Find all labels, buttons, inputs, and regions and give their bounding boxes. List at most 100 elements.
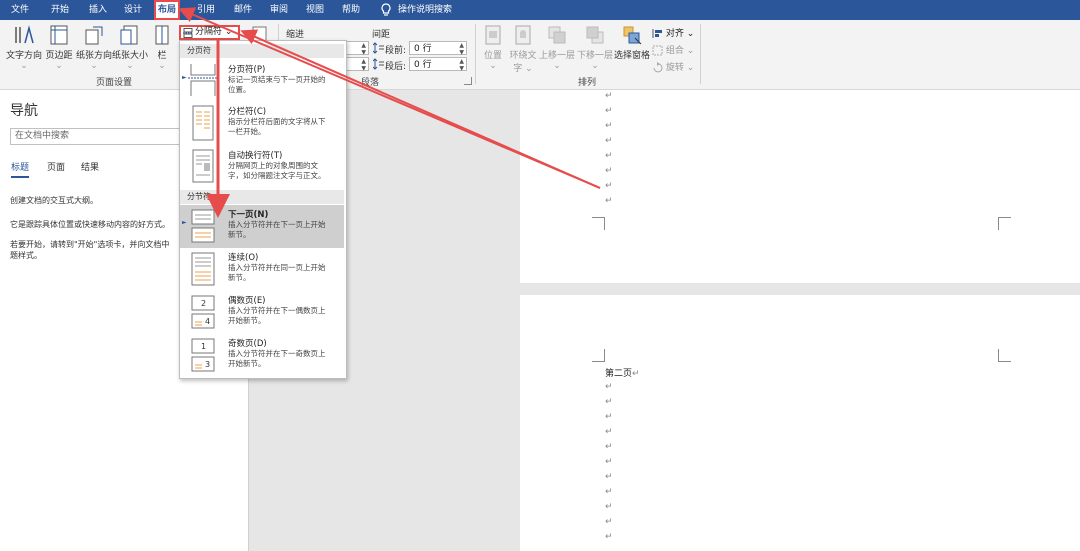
text-wrapping-break-desc-2: 字，如分隔题注文字与正文。 <box>228 171 326 180</box>
margins-button[interactable]: 页边距 ⌄ <box>44 24 74 71</box>
odd-page-icon: 1 3 <box>191 338 215 372</box>
nav-tab-results[interactable]: 结果 <box>81 160 99 173</box>
even-page-icon: 2 4 <box>191 295 215 329</box>
next-page-desc-2: 新节。 <box>228 230 251 239</box>
odd-page-glyph: 1 <box>201 342 206 351</box>
space-after-icon <box>373 58 384 70</box>
send-backward-button[interactable]: 下移一层 ⌄ <box>576 24 614 71</box>
align-button[interactable]: 对齐 ⌄ <box>652 26 694 39</box>
paragraph-mark: ↵ <box>605 412 613 422</box>
breaks-button[interactable]: 分隔符 ⌄ <box>179 25 240 40</box>
page-break-desc: 标记一页结束与下一页开始的 位置。 <box>228 75 341 95</box>
paragraph-mark: ↵ <box>605 457 613 467</box>
text-direction-button[interactable]: 文字方向 ⌄ <box>6 24 42 71</box>
before-spinner[interactable]: 0 行 ▲ ▼ <box>409 41 467 56</box>
chevron-down-icon: ⌄ <box>55 61 63 71</box>
lightbulb-icon <box>381 3 391 16</box>
orientation-label: 纸张方向 <box>76 51 113 61</box>
menu-item-column-break[interactable]: 分栏符(C) 指示分栏符后面的文字将从下 一栏开始。 <box>180 102 344 146</box>
menu-item-page-break[interactable]: ► 分页符(P) 标记一页结束与下一页开始的 位置。 <box>180 60 344 102</box>
column-break-icon <box>192 105 214 141</box>
wrap-text-button[interactable]: 环绕文 字 ⌄ <box>508 24 538 74</box>
caret-right-icon: ► <box>182 219 187 226</box>
orientation-button[interactable]: 纸张方向 ⌄ <box>76 24 112 71</box>
margin-corner-mark <box>592 349 605 362</box>
columns-icon <box>155 25 169 45</box>
page2-heading: 第二页↵ <box>605 366 640 379</box>
odd-page-desc-2: 开始新节。 <box>228 359 266 368</box>
page2-text: 第二页 <box>605 369 633 379</box>
tab-review[interactable]: 审阅 <box>270 0 288 20</box>
before-label: 段前: <box>385 46 407 56</box>
position-button[interactable]: 位置 ⌄ <box>480 24 506 71</box>
tab-layout[interactable]: 布局 <box>154 0 181 20</box>
even-page-desc: 插入分节符并在下一偶数页上 开始新节。 <box>228 306 341 326</box>
orientation-icon <box>85 26 103 45</box>
paragraph-mark: ↵ <box>605 397 613 407</box>
text-direction-label: 文字方向 <box>6 51 43 61</box>
paragraph-mark: ↵ <box>605 106 613 116</box>
page-1[interactable]: ↵ ↵ ↵ ↵ ↵ ↵ ↵ ↵ <box>520 90 1080 283</box>
caret-right-icon: ► <box>182 74 187 81</box>
indent-left-spinner[interactable]: ▲ ▼ <box>345 41 369 56</box>
continuous-desc: 插入分节符并在同一页上开始 新节。 <box>228 263 341 283</box>
tab-view[interactable]: 视图 <box>306 0 324 20</box>
help-search-box[interactable]: 操作说明搜索 <box>398 0 452 20</box>
page-break-desc-1: 标记一页结束与下一页开始的 <box>228 75 326 84</box>
tab-design[interactable]: 设计 <box>124 0 142 20</box>
selection-pane-button[interactable]: 选择窗格 <box>614 24 650 61</box>
text-wrapping-break-title: 自动换行符(T) <box>228 151 283 161</box>
even-page-desc-2: 开始新节。 <box>228 316 266 325</box>
paragraph-mark: ↵ <box>605 427 613 437</box>
menu-item-odd-page[interactable]: 1 3 奇数页(D) 插入分节符并在下一奇数页上 开始新节。 <box>180 334 344 377</box>
paragraph-dialog-launcher-icon[interactable] <box>464 77 472 85</box>
paragraph-mark: ↵ <box>605 487 613 497</box>
menu-item-even-page[interactable]: 2 4 偶数页(E) 插入分节符并在下一偶数页上 开始新节。 <box>180 291 344 334</box>
bring-forward-button[interactable]: 上移一层 ⌄ <box>538 24 576 71</box>
breaks-dropdown-menu: 分页符 ► 分页符(P) 标记一页结束与下一页开始的 位置。 分栏符(C) 指示分… <box>179 40 347 379</box>
size-label: 纸张大小 <box>112 51 149 61</box>
after-label: 段后: <box>385 62 407 72</box>
group-label: 组合 <box>665 46 684 56</box>
rotate-icon <box>653 62 663 73</box>
rotate-button[interactable]: 旋转 ⌄ <box>652 60 694 73</box>
next-page-title: 下一页(N) <box>228 210 269 220</box>
chevron-down-icon: ⌄ <box>683 63 695 73</box>
indent-right-spinner[interactable]: ▲ ▼ <box>345 57 369 72</box>
column-break-desc-2: 一栏开始。 <box>228 127 266 136</box>
tab-help[interactable]: 帮助 <box>342 0 360 20</box>
chevron-down-icon: ⌄ <box>522 64 533 74</box>
page-break-title: 分页符(P) <box>228 65 266 75</box>
tab-file[interactable]: 文件 <box>11 0 29 20</box>
paragraph-mark: ↵ <box>605 181 613 191</box>
nav-tab-pages[interactable]: 页面 <box>47 160 65 173</box>
menu-item-next-page[interactable]: ► 下一页(N) 插入分节符并在下一页上开始 新节。 <box>180 205 344 248</box>
tab-references[interactable]: 引用 <box>197 0 215 20</box>
columns-button[interactable]: 栏 ⌄ <box>154 24 170 71</box>
continuous-desc-2: 新节。 <box>228 273 251 282</box>
menu-item-continuous[interactable]: 连续(O) 插入分节符并在同一页上开始 新节。 <box>180 248 344 291</box>
arrange-group-label: 排列 <box>578 78 597 88</box>
column-break-desc-1: 指示分栏符后面的文字将从下 <box>228 117 326 126</box>
text-wrapping-break-desc-1: 分隔网页上的对象周围的文 <box>228 161 318 170</box>
chevron-down-icon: ⌄ <box>591 61 599 71</box>
text-direction-icon <box>15 25 34 44</box>
menu-item-text-wrapping-break[interactable]: 自动换行符(T) 分隔网页上的对象周围的文 字，如分隔题注文字与正文。 <box>180 146 344 188</box>
nav-tab-headings[interactable]: 标题 <box>11 160 30 178</box>
align-label: 对齐 <box>665 29 684 39</box>
group-button[interactable]: 组合 ⌄ <box>652 43 694 56</box>
tab-insert[interactable]: 插入 <box>89 0 107 20</box>
section-header-page-breaks: 分页符 <box>180 44 344 58</box>
page-2[interactable]: 第二页↵ ↵ ↵ ↵ ↵ ↵ ↵ ↵ ↵ ↵ ↵ ↵ <box>520 295 1080 551</box>
space-before-icon <box>373 42 384 54</box>
after-spinner[interactable]: 0 行 ▲ ▼ <box>409 57 467 72</box>
size-button[interactable]: 纸张大小 ⌄ <box>112 24 148 71</box>
tab-home[interactable]: 开始 <box>51 0 69 20</box>
tab-mailings[interactable]: 邮件 <box>234 0 252 20</box>
paragraph-mark: ↵ <box>605 151 613 161</box>
ribbon-separator <box>475 24 476 84</box>
selection-pane-label: 选择窗格 <box>614 51 651 61</box>
page-break-desc-2: 位置。 <box>228 85 251 94</box>
paragraph-mark: ↵ <box>605 136 613 146</box>
wrap-text-label: 环绕文 <box>509 51 537 61</box>
